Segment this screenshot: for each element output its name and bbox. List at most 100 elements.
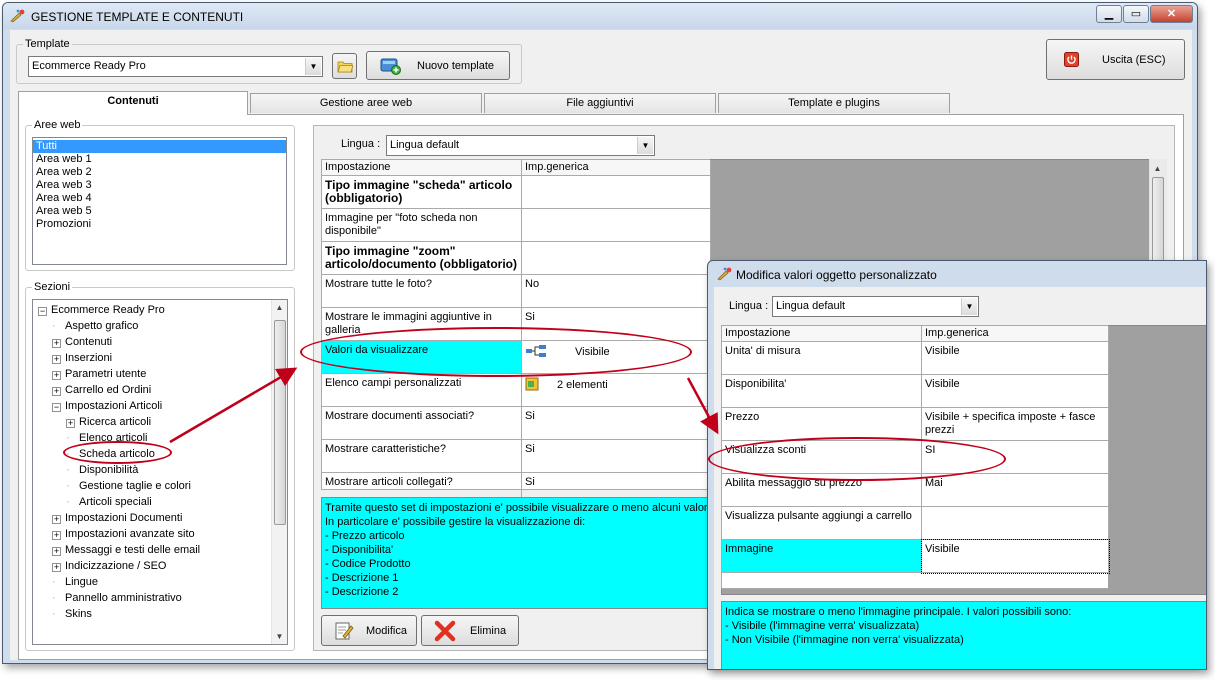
- maximize-button[interactable]: ▭: [1123, 5, 1149, 23]
- expand-icon[interactable]: +: [52, 515, 61, 524]
- aree-web-list[interactable]: Tutti Area web 1 Area web 2 Area web 3 A…: [32, 137, 287, 265]
- grid-cell-value[interactable]: Visibile: [922, 375, 1109, 408]
- grid-cell-name[interactable]: Immagine per "foto scheda non disponibil…: [322, 209, 522, 242]
- tree-node[interactable]: · Skins: [52, 606, 92, 622]
- list-item[interactable]: Area web 2: [33, 166, 286, 179]
- grid-cell-name[interactable]: Disponibilita': [722, 375, 922, 408]
- tree-node[interactable]: + Indicizzazione / SEO: [52, 558, 167, 574]
- tab-template-plugins[interactable]: Template e plugins: [718, 93, 950, 113]
- tree-node[interactable]: · Aspetto grafico: [52, 318, 138, 334]
- tree-node[interactable]: − Ecommerce Ready Pro: [38, 302, 165, 318]
- grid-cell-name[interactable]: Prezzo: [722, 408, 922, 441]
- expand-icon[interactable]: +: [52, 387, 61, 396]
- grid-cell-name[interactable]: Mostrare caratteristiche?: [322, 440, 522, 473]
- tree-node[interactable]: + Ricerca articoli: [66, 414, 151, 430]
- grid-cell-name[interactable]: Tipo immagine "scheda" articolo (obbliga…: [322, 176, 522, 209]
- title-bar[interactable]: GESTIONE TEMPLATE E CONTENUTI ▁ ▭ ✕: [3, 3, 1197, 29]
- expand-icon[interactable]: +: [66, 419, 75, 428]
- tree-node[interactable]: · Scheda articolo: [66, 446, 155, 462]
- scroll-down-icon[interactable]: ▼: [272, 629, 287, 644]
- tree-node[interactable]: + Impostazioni Documenti: [52, 510, 182, 526]
- popup-settings-grid[interactable]: Impostazione Imp.generica Unita' di misu…: [721, 325, 1110, 589]
- grid-cell-name[interactable]: Mostrare tutte le foto?: [322, 275, 522, 308]
- new-template-button[interactable]: Nuovo template: [366, 51, 510, 80]
- grid-cell-name[interactable]: Abilita messaggio su prezzo: [722, 474, 922, 507]
- exit-button[interactable]: Uscita (ESC): [1046, 39, 1185, 80]
- list-item[interactable]: Area web 5: [33, 205, 286, 218]
- chevron-down-icon[interactable]: ▼: [637, 137, 653, 154]
- grid-cell-name[interactable]: Mostrare le immagini aggiuntive in galle…: [322, 308, 522, 341]
- tree-node[interactable]: + Contenuti: [52, 334, 112, 350]
- grid-cell-value[interactable]: Si: [522, 308, 711, 341]
- grid-cell-value[interactable]: [522, 209, 711, 242]
- popup-window[interactable]: Modifica valori oggetto personalizzato L…: [707, 260, 1207, 670]
- open-folder-button[interactable]: [332, 53, 357, 79]
- modifica-button[interactable]: Modifica: [321, 615, 417, 646]
- grid-cell-value[interactable]: Visibile: [922, 342, 1109, 375]
- tree-scrollbar[interactable]: ▲ ▼: [271, 300, 287, 644]
- tree-node[interactable]: · Gestione taglie e colori: [66, 478, 191, 494]
- grid-cell-value[interactable]: [522, 242, 711, 275]
- tree-node[interactable]: · Pannello amministrativo: [52, 590, 182, 606]
- tab-contenuti[interactable]: Contenuti: [18, 91, 248, 115]
- elimina-button[interactable]: Elimina: [421, 615, 519, 646]
- close-button[interactable]: ✕: [1150, 5, 1193, 23]
- expand-icon[interactable]: +: [52, 339, 61, 348]
- tree-node[interactable]: · Disponibilità: [66, 462, 138, 478]
- expand-icon[interactable]: +: [52, 547, 61, 556]
- grid-cell-name[interactable]: Elenco campi personalizzati: [322, 374, 522, 407]
- column-header-impostazione[interactable]: Impostazione: [722, 326, 922, 342]
- tree-node[interactable]: + Carrello ed Ordini: [52, 382, 151, 398]
- tree-node[interactable]: + Inserzioni: [52, 350, 112, 366]
- expand-icon[interactable]: +: [52, 355, 61, 364]
- grid-cell-name[interactable]: Mostrare documenti associati?: [322, 407, 522, 440]
- tree-node[interactable]: · Elenco articoli: [66, 430, 147, 446]
- list-item[interactable]: Area web 1: [33, 153, 286, 166]
- tree-node[interactable]: − Impostazioni Articoli: [52, 398, 162, 414]
- grid-cell-value[interactable]: Visibile + specifica imposte + fasce pre…: [922, 408, 1109, 441]
- grid-cell-value[interactable]: No: [522, 275, 711, 308]
- grid-cell-value[interactable]: [922, 507, 1109, 540]
- grid-cell-value[interactable]: Visibile: [921, 539, 1110, 574]
- expand-icon[interactable]: +: [52, 371, 61, 380]
- grid-cell-value[interactable]: SI: [922, 441, 1109, 474]
- list-item[interactable]: Promozioni: [33, 218, 286, 231]
- tab-file-aggiuntivi[interactable]: File aggiuntivi: [484, 93, 716, 113]
- expand-icon[interactable]: +: [52, 563, 61, 572]
- collapse-icon[interactable]: −: [52, 403, 61, 412]
- tree-node[interactable]: + Messaggi e testi delle email: [52, 542, 200, 558]
- scroll-up-icon[interactable]: ▲: [272, 300, 287, 315]
- expand-icon[interactable]: +: [52, 531, 61, 540]
- sezioni-tree[interactable]: − Ecommerce Ready Pro · Aspetto grafico + Con…: [32, 299, 288, 645]
- column-header-imp-generica[interactable]: Imp.generica: [522, 160, 711, 176]
- column-header-imp-generica[interactable]: Imp.generica: [922, 326, 1109, 342]
- template-select[interactable]: Ecommerce Ready Pro ▼: [28, 56, 323, 77]
- lingua-select[interactable]: Lingua default ▼: [386, 135, 655, 156]
- tree-node[interactable]: + Impostazioni avanzate sito: [52, 526, 195, 542]
- grid-cell-name[interactable]: Visualizza pulsante aggiungi a carrello: [722, 507, 922, 540]
- column-header-impostazione[interactable]: Impostazione: [322, 160, 522, 176]
- list-item[interactable]: Tutti: [33, 140, 286, 153]
- grid-cell-value[interactable]: 2 elementi: [522, 374, 711, 407]
- chevron-down-icon[interactable]: ▼: [961, 298, 977, 315]
- scroll-up-icon[interactable]: ▲: [1150, 161, 1165, 176]
- tab-gestione-aree-web[interactable]: Gestione aree web: [250, 93, 482, 113]
- grid-cell-name[interactable]: Valori da visualizzare: [322, 341, 522, 374]
- grid-cell-value[interactable]: Si: [522, 407, 711, 440]
- scroll-thumb[interactable]: [274, 320, 286, 525]
- grid-cell-name[interactable]: Tipo immagine "zoom" articolo/documento …: [322, 242, 522, 275]
- grid-cell-value[interactable]: Visibile: [522, 341, 711, 374]
- tree-node[interactable]: + Parametri utente: [52, 366, 146, 382]
- popup-lingua-select[interactable]: Lingua default ▼: [772, 296, 979, 317]
- list-item[interactable]: Area web 4: [33, 192, 286, 205]
- minimize-button[interactable]: ▁: [1096, 5, 1122, 23]
- settings-grid[interactable]: Impostazione Imp.generica Tipo immagine …: [321, 159, 711, 506]
- grid-cell-value[interactable]: Si: [522, 440, 711, 473]
- chevron-down-icon[interactable]: ▼: [305, 58, 321, 75]
- tree-node[interactable]: · Articoli speciali: [66, 494, 152, 510]
- grid-cell-value[interactable]: [522, 176, 711, 209]
- grid-cell-value[interactable]: Mai: [922, 474, 1109, 507]
- collapse-icon[interactable]: −: [38, 307, 47, 316]
- list-item[interactable]: Area web 3: [33, 179, 286, 192]
- tree-node[interactable]: · Lingue: [52, 574, 98, 590]
